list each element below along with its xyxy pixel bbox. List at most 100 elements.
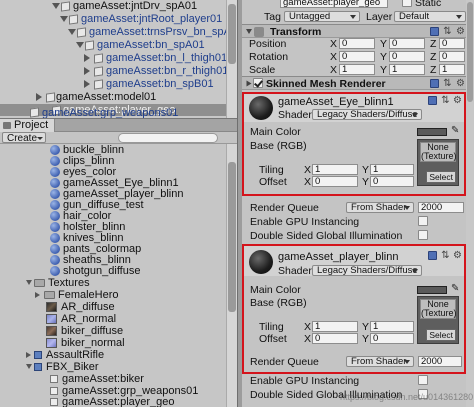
tiling-x-field[interactable]: 1: [312, 321, 358, 332]
hierarchy-item[interactable]: gameAsset:bn_r_thigh01: [0, 65, 237, 78]
cube-icon: [61, 1, 70, 12]
render-queue-dropdown[interactable]: From Shader: [346, 356, 414, 367]
scale-y-field[interactable]: 1: [389, 64, 425, 75]
expand-arrow-icon[interactable]: [26, 280, 32, 285]
position-y-field[interactable]: 0: [389, 38, 425, 49]
object-name-field[interactable]: gameAsset:player_geo: [280, 0, 388, 8]
list-item[interactable]: shotgun_diffuse: [0, 265, 226, 277]
list-item[interactable]: biker_diffuse: [0, 325, 226, 337]
offset-x-field[interactable]: 0: [312, 176, 358, 187]
shader-dropdown[interactable]: Legacy Shaders/Diffuse: [312, 109, 422, 120]
tiling-x-field[interactable]: 1: [312, 164, 358, 175]
texture-slot[interactable]: None (Texture) Select: [417, 139, 459, 186]
hierarchy-item[interactable]: gameAsset:grp_weapons01: [0, 106, 226, 119]
tag-dropdown[interactable]: Untagged: [284, 11, 360, 22]
hierarchy-item[interactable]: gameAsset:bn_spA01: [0, 39, 237, 52]
render-queue-field[interactable]: 2000: [418, 356, 462, 367]
preset-icon[interactable]: ⇅: [443, 27, 452, 37]
gpu-instancing-checkbox[interactable]: [418, 375, 428, 385]
texture-thumbnail-icon: [46, 302, 57, 312]
help-book-icon[interactable]: [428, 251, 437, 260]
material-preview-icon: [249, 250, 273, 274]
list-item[interactable]: AR_normal: [0, 313, 226, 325]
search-input[interactable]: [118, 133, 218, 143]
model-icon: [34, 351, 42, 359]
tiling-y-field[interactable]: 1: [370, 164, 414, 175]
position-z-field[interactable]: 0: [439, 38, 465, 49]
main-color-swatch[interactable]: [417, 286, 447, 294]
collapse-arrow-icon[interactable]: [246, 29, 252, 34]
select-texture-button[interactable]: Select: [426, 171, 456, 183]
help-book-icon[interactable]: [430, 27, 439, 36]
render-queue-field[interactable]: 2000: [418, 202, 464, 213]
list-item[interactable]: AR_diffuse: [0, 301, 226, 313]
expand-arrow-icon[interactable]: [246, 80, 252, 87]
preset-icon[interactable]: ⇅: [441, 96, 450, 106]
folder-item[interactable]: FBX_Biker: [0, 361, 226, 373]
shader-dropdown[interactable]: Legacy Shaders/Diffuse: [312, 265, 422, 276]
static-checkbox[interactable]: [402, 0, 412, 7]
render-queue-dropdown[interactable]: From Shader: [346, 202, 414, 213]
shader-label: Shader: [278, 265, 312, 277]
gpu-instancing-checkbox[interactable]: [418, 216, 428, 226]
double-sided-gi-label: Double Sided Global Illumination: [250, 230, 403, 242]
expand-arrow-icon[interactable]: [26, 352, 31, 358]
scrollbar-thumb[interactable]: [467, 2, 473, 102]
folder-item[interactable]: Textures: [0, 277, 226, 289]
rotation-y-field[interactable]: 0: [389, 51, 425, 62]
hierarchy-item[interactable]: gameAsset:bn_l_thigh01: [0, 52, 237, 65]
rotation-x-field[interactable]: 0: [339, 51, 375, 62]
skinned-mesh-renderer-header[interactable]: Skinned Mesh Renderer ⇅ ⚙: [242, 76, 474, 90]
hierarchy-item[interactable]: gameAsset:bn_spB01: [0, 78, 237, 91]
eyedropper-icon[interactable]: ✎: [451, 126, 460, 136]
offset-y-field[interactable]: 0: [370, 176, 414, 187]
select-texture-button[interactable]: Select: [426, 329, 456, 341]
expand-arrow-icon[interactable]: [26, 364, 32, 369]
project-scrollbar[interactable]: [226, 144, 237, 407]
layer-dropdown[interactable]: Default: [394, 11, 466, 22]
double-sided-gi-checkbox[interactable]: [418, 230, 428, 240]
tiling-y-field[interactable]: 1: [370, 321, 414, 332]
hierarchy-item[interactable]: gameAsset:trnsPrsv_bn_spA01: [0, 26, 237, 39]
hierarchy-item[interactable]: gameAsset:jntDrv_spA01: [0, 0, 237, 13]
material-sphere-icon: [50, 233, 60, 243]
folder-item[interactable]: AssaultRifle: [0, 349, 226, 361]
gear-icon[interactable]: ⚙: [453, 96, 462, 106]
list-item[interactable]: biker_normal: [0, 337, 226, 349]
transform-header[interactable]: Transform ⇅ ⚙: [242, 24, 474, 38]
help-book-icon[interactable]: [430, 79, 439, 88]
offset-x-field[interactable]: 0: [312, 333, 358, 344]
preset-icon[interactable]: ⇅: [443, 79, 452, 89]
scrollbar-thumb[interactable]: [228, 4, 236, 64]
texture-slot[interactable]: None (Texture) Select: [417, 296, 459, 344]
hierarchy-item[interactable]: gameAsset:jntRoot_player01: [0, 13, 237, 26]
create-button[interactable]: Create: [2, 132, 47, 144]
gear-icon[interactable]: ⚙: [456, 79, 465, 89]
tab-project[interactable]: Project: [0, 119, 56, 132]
eyedropper-icon[interactable]: ✎: [451, 284, 460, 294]
list-item[interactable]: gameAsset:player_geo: [0, 396, 226, 407]
folder-item[interactable]: FemaleHero: [0, 289, 226, 301]
material-sphere-icon: [50, 178, 60, 188]
hierarchy-scrollbar[interactable]: [226, 0, 237, 118]
main-color-swatch[interactable]: [417, 128, 447, 136]
hierarchy-item[interactable]: gameAsset:model01: [0, 91, 237, 104]
gear-icon[interactable]: ⚙: [453, 251, 462, 261]
tag-label: Tag: [264, 11, 281, 23]
gear-icon[interactable]: ⚙: [456, 27, 465, 37]
inspector-scrollbar[interactable]: [466, 0, 474, 407]
rotation-z-field[interactable]: 0: [439, 51, 465, 62]
list-item[interactable]: gameAsset:biker: [0, 373, 226, 385]
material-name: gameAsset_player_blinn: [278, 251, 399, 263]
scale-x-field[interactable]: 1: [339, 64, 375, 75]
preset-icon[interactable]: ⇅: [441, 251, 450, 261]
scale-z-field[interactable]: 1: [439, 64, 465, 75]
enabled-checkbox[interactable]: [253, 78, 263, 88]
material-sphere-icon: [50, 167, 60, 177]
offset-y-field[interactable]: 0: [370, 333, 414, 344]
position-x-field[interactable]: 0: [339, 38, 375, 49]
help-book-icon[interactable]: [428, 96, 437, 105]
texture-thumbnail-icon: [46, 338, 57, 348]
scrollbar-thumb[interactable]: [228, 162, 236, 312]
expand-arrow-icon[interactable]: [35, 292, 40, 298]
